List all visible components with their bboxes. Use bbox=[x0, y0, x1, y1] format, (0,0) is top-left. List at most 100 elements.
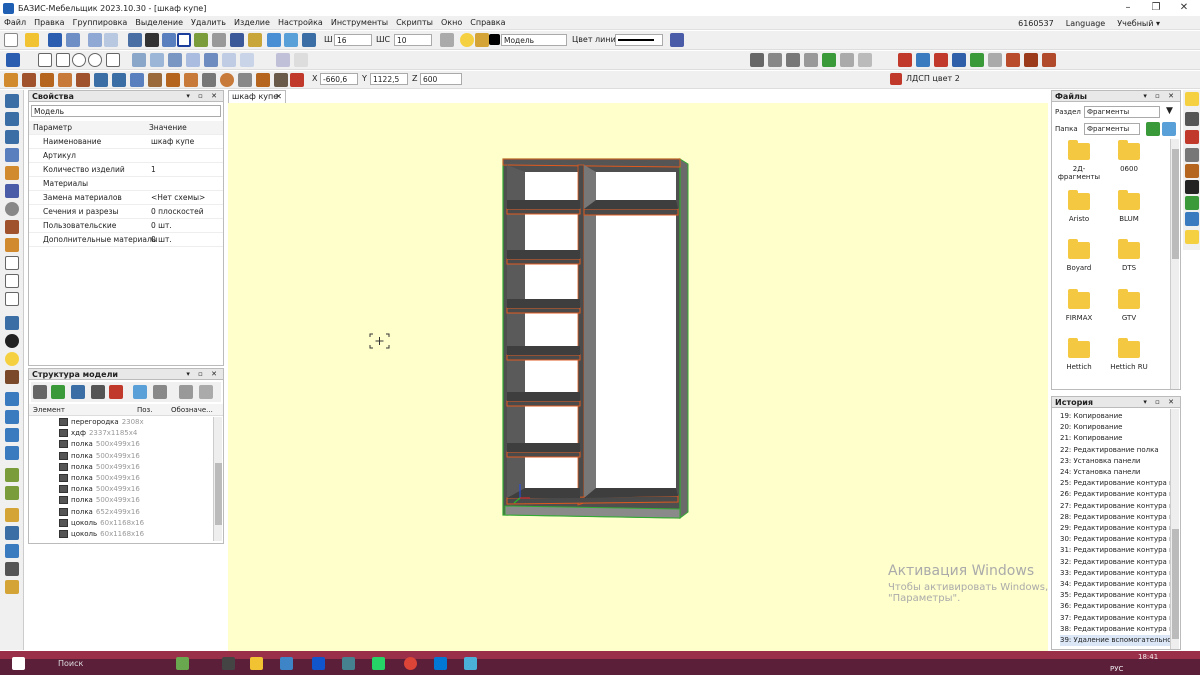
history-scrollbar[interactable] bbox=[1170, 409, 1179, 649]
snap-point-icon[interactable] bbox=[230, 33, 244, 47]
tree-delete-icon[interactable] bbox=[109, 385, 123, 399]
tree-list-icon[interactable] bbox=[179, 385, 193, 399]
history-controls-icon[interactable]: ▾ ▫ ✕ bbox=[1143, 397, 1177, 408]
hatch-icon[interactable] bbox=[222, 53, 236, 67]
menu-item[interactable]: Справка bbox=[466, 18, 509, 27]
property-row[interactable]: Пользовательские 0 шт. bbox=[29, 219, 223, 233]
tree-row[interactable]: цоколь 60x1168x16 bbox=[59, 529, 144, 540]
view-front-left-icon[interactable] bbox=[5, 112, 19, 126]
fittings-icon[interactable] bbox=[1042, 53, 1056, 67]
view-right-icon[interactable] bbox=[5, 148, 19, 162]
shaded-icon[interactable] bbox=[5, 220, 19, 234]
line-tool-icon[interactable] bbox=[38, 53, 52, 67]
tree-row[interactable]: полка 652x499x16 bbox=[59, 507, 140, 518]
thickness-icon[interactable] bbox=[440, 33, 454, 47]
sh-field[interactable]: 16 bbox=[334, 34, 372, 46]
wireframe-icon[interactable] bbox=[5, 238, 19, 252]
view-left-icon[interactable] bbox=[5, 166, 19, 180]
app-window-icon[interactable] bbox=[464, 657, 477, 670]
history-item[interactable]: 27: Редактирование контура и о bbox=[1060, 501, 1170, 512]
dimension-icon[interactable] bbox=[204, 53, 218, 67]
text-tool-icon[interactable] bbox=[240, 53, 254, 67]
property-value[interactable]: 0 шт. bbox=[151, 233, 172, 247]
sigma-icon[interactable] bbox=[1185, 180, 1199, 194]
store-icon[interactable] bbox=[280, 657, 293, 670]
dash-line-icon[interactable] bbox=[294, 53, 308, 67]
drawer-icon[interactable] bbox=[112, 73, 126, 87]
front-panel-icon[interactable] bbox=[22, 73, 36, 87]
rectangle-tool-icon[interactable] bbox=[56, 53, 70, 67]
zoom-in-icon[interactable] bbox=[5, 428, 19, 442]
word-icon[interactable] bbox=[434, 657, 447, 670]
structure-scrollbar[interactable] bbox=[213, 417, 222, 541]
zoom-all-icon[interactable] bbox=[5, 410, 19, 424]
move-blue-icon[interactable] bbox=[916, 53, 930, 67]
menu-item[interactable]: Изделие bbox=[230, 18, 274, 27]
history-item[interactable]: 29: Редактирование контура и о bbox=[1060, 523, 1170, 534]
fragment-icon[interactable] bbox=[1185, 230, 1199, 244]
minimize-icon[interactable]: – bbox=[1114, 0, 1142, 16]
view-back-icon[interactable] bbox=[5, 130, 19, 144]
tree-options-icon[interactable] bbox=[199, 385, 213, 399]
mirror-icon[interactable] bbox=[186, 53, 200, 67]
lightbulb-icon[interactable] bbox=[460, 33, 474, 47]
horizontal-panel-icon[interactable] bbox=[40, 73, 54, 87]
snap-grid-icon[interactable] bbox=[128, 33, 142, 47]
property-value[interactable]: 0 шт. bbox=[151, 219, 172, 233]
hidden-line-icon[interactable] bbox=[5, 256, 19, 270]
property-row[interactable]: Замена материалов <Нет схемы> bbox=[29, 191, 223, 205]
tree-row[interactable]: полка 500x499x16 bbox=[59, 439, 140, 450]
history-item[interactable]: 36: Редактирование контура и о bbox=[1060, 601, 1170, 612]
view-select-icon[interactable] bbox=[284, 33, 298, 47]
sphere-icon[interactable] bbox=[220, 73, 234, 87]
back-panel-icon[interactable] bbox=[76, 73, 90, 87]
line-style-select[interactable] bbox=[615, 34, 663, 46]
search-left-icon[interactable] bbox=[5, 544, 19, 558]
property-row[interactable]: Наименование шкаф купе bbox=[29, 135, 223, 149]
files-controls-icon[interactable]: ▾ ▫ ✕ bbox=[1143, 91, 1177, 102]
history-item[interactable]: 30: Редактирование контура и о bbox=[1060, 534, 1170, 545]
properties-object-select[interactable]: Модель bbox=[31, 105, 221, 117]
history-item[interactable]: 31: Редактирование контура и о bbox=[1060, 545, 1170, 556]
ortho-icon[interactable] bbox=[162, 33, 176, 47]
property-row[interactable]: Количество изделий 1 bbox=[29, 163, 223, 177]
camera-icon[interactable] bbox=[5, 562, 19, 576]
files-scrollbar[interactable] bbox=[1170, 139, 1179, 389]
history-item[interactable]: 33: Редактирование контура и о bbox=[1060, 568, 1170, 579]
menu-item[interactable]: Выделение bbox=[131, 18, 187, 27]
folder-item[interactable]: GTV bbox=[1104, 288, 1154, 322]
new-file-icon[interactable] bbox=[4, 33, 18, 47]
export-icon[interactable] bbox=[822, 53, 836, 67]
tree-row[interactable]: цоколь 60x1168x16 bbox=[59, 518, 144, 529]
tree-row[interactable]: полка 500x499x16 bbox=[59, 484, 140, 495]
tree-add-icon[interactable] bbox=[51, 385, 65, 399]
settings-left-icon[interactable] bbox=[5, 526, 19, 540]
property-value[interactable]: шкаф купе bbox=[151, 135, 194, 149]
material-swatch[interactable] bbox=[890, 73, 902, 85]
model-select[interactable]: Модель bbox=[501, 34, 567, 46]
undo-icon[interactable] bbox=[88, 33, 102, 47]
light-icon[interactable] bbox=[5, 352, 19, 366]
redo-icon[interactable] bbox=[104, 33, 118, 47]
folder-item[interactable]: 0600 bbox=[1104, 140, 1154, 173]
material-select[interactable]: ЛДСП цвет 2 bbox=[906, 73, 960, 85]
folder-item[interactable]: BLUM bbox=[1104, 189, 1154, 223]
circle-tool-icon[interactable] bbox=[72, 53, 86, 67]
view-iso-icon[interactable] bbox=[5, 94, 19, 108]
palette-right-icon[interactable] bbox=[1185, 196, 1199, 210]
taskview-icon[interactable] bbox=[222, 657, 235, 670]
fitting-icon[interactable] bbox=[202, 73, 216, 87]
check-icon[interactable] bbox=[5, 334, 19, 348]
pan-icon[interactable] bbox=[5, 446, 19, 460]
cloud-icon[interactable] bbox=[1185, 212, 1199, 226]
y-coord-field[interactable]: 1122,5 bbox=[370, 73, 408, 85]
layers-icon[interactable] bbox=[5, 316, 19, 330]
material-mode-icon[interactable] bbox=[5, 370, 19, 384]
history-item[interactable]: 21: Копирование bbox=[1060, 433, 1170, 444]
history-item[interactable]: 24: Установка панели bbox=[1060, 467, 1170, 478]
snap-angle-icon[interactable] bbox=[212, 33, 226, 47]
history-item[interactable]: 19: Копирование bbox=[1060, 411, 1170, 422]
start-icon[interactable] bbox=[12, 657, 25, 670]
clock[interactable]: 18:41 bbox=[1138, 653, 1158, 661]
snap-line-icon[interactable] bbox=[194, 33, 208, 47]
